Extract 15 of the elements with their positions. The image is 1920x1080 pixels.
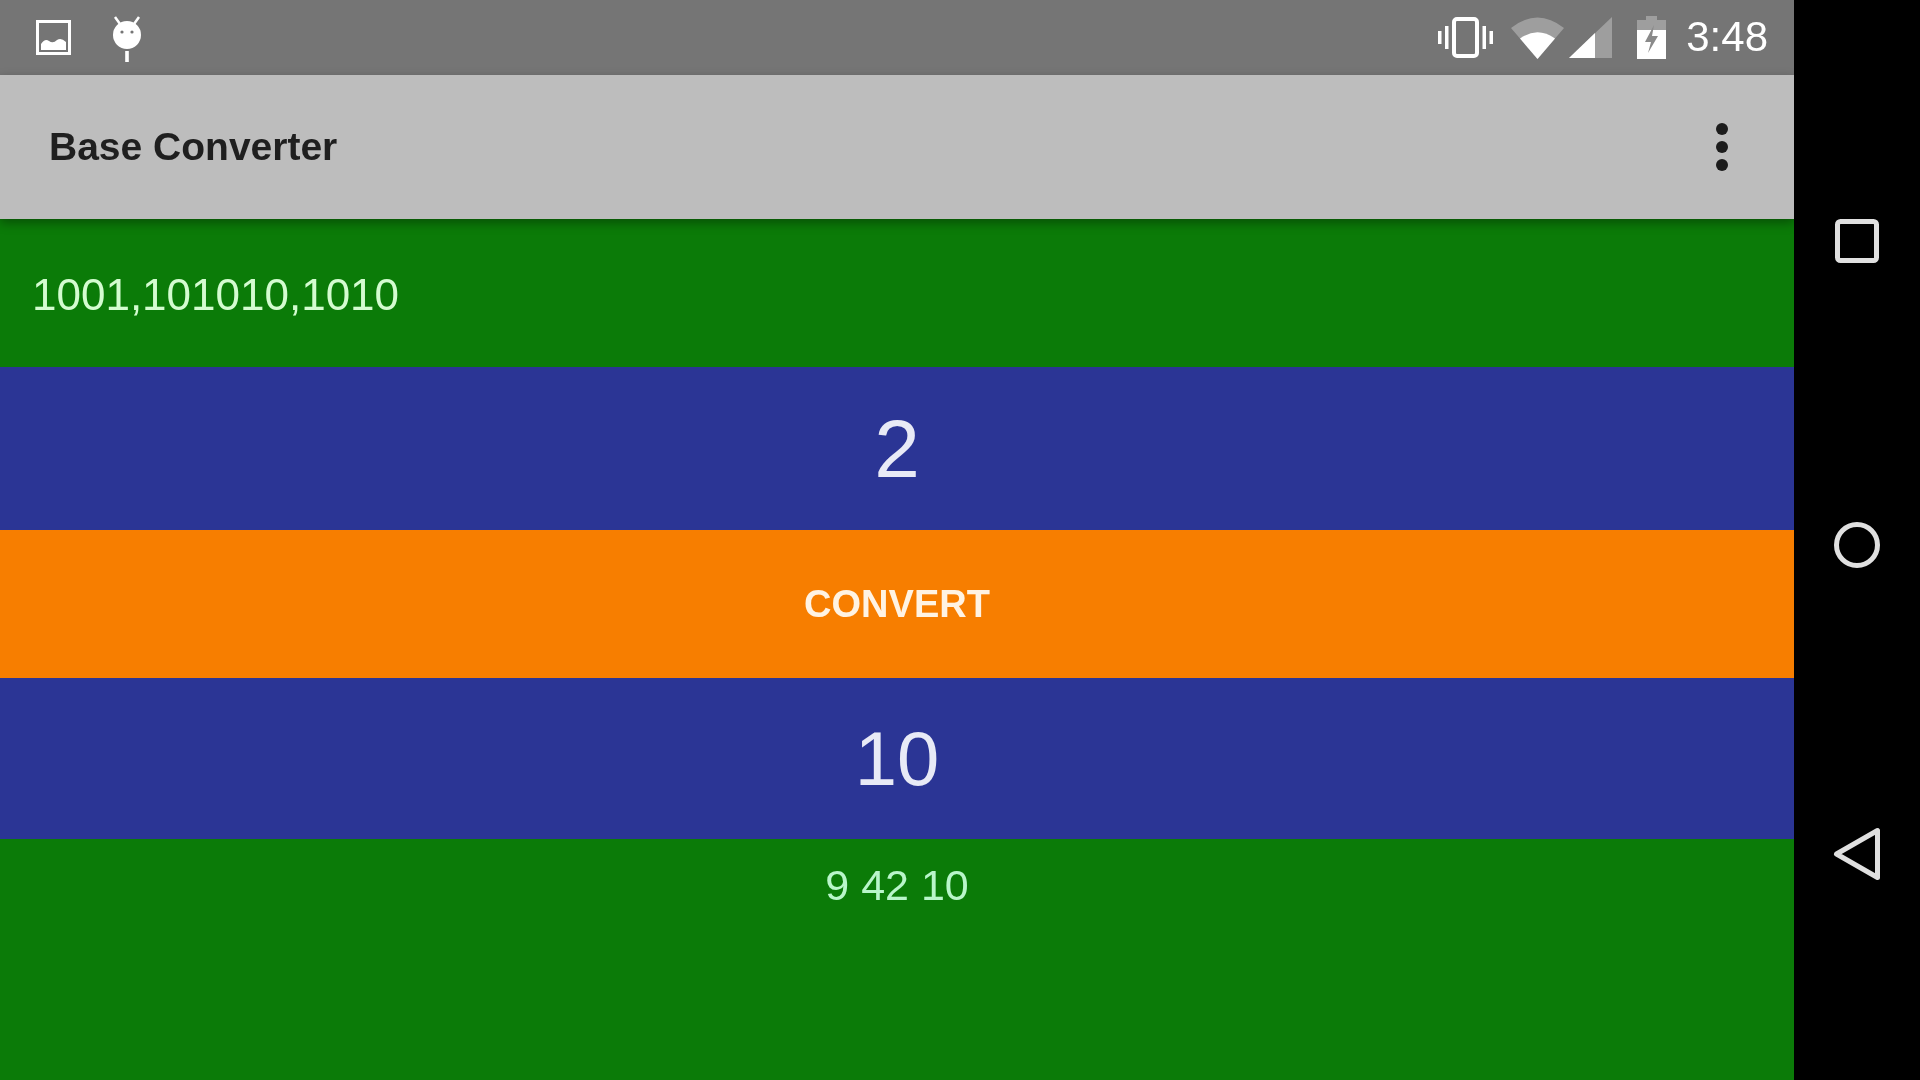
app-title: Base Converter [49,123,338,170]
back-triangle-icon[interactable] [1833,827,1881,881]
battery-charging-icon [1637,16,1667,59]
home-circle-icon[interactable] [1834,522,1880,568]
image-icon [36,20,71,55]
robot-head-icon [112,15,142,62]
recents-square-icon[interactable] [1835,219,1879,263]
number-field[interactable]: 10 [0,678,1794,839]
signal-icon [1569,17,1613,58]
number-field[interactable]: 2 [0,367,1794,530]
overflow-menu-icon[interactable] [1716,123,1728,171]
clock-time: 3:48 [1686,14,1768,61]
result-text: 9 42 10 [825,861,969,911]
wifi-icon [1511,16,1565,59]
vibrate-icon [1438,17,1494,58]
